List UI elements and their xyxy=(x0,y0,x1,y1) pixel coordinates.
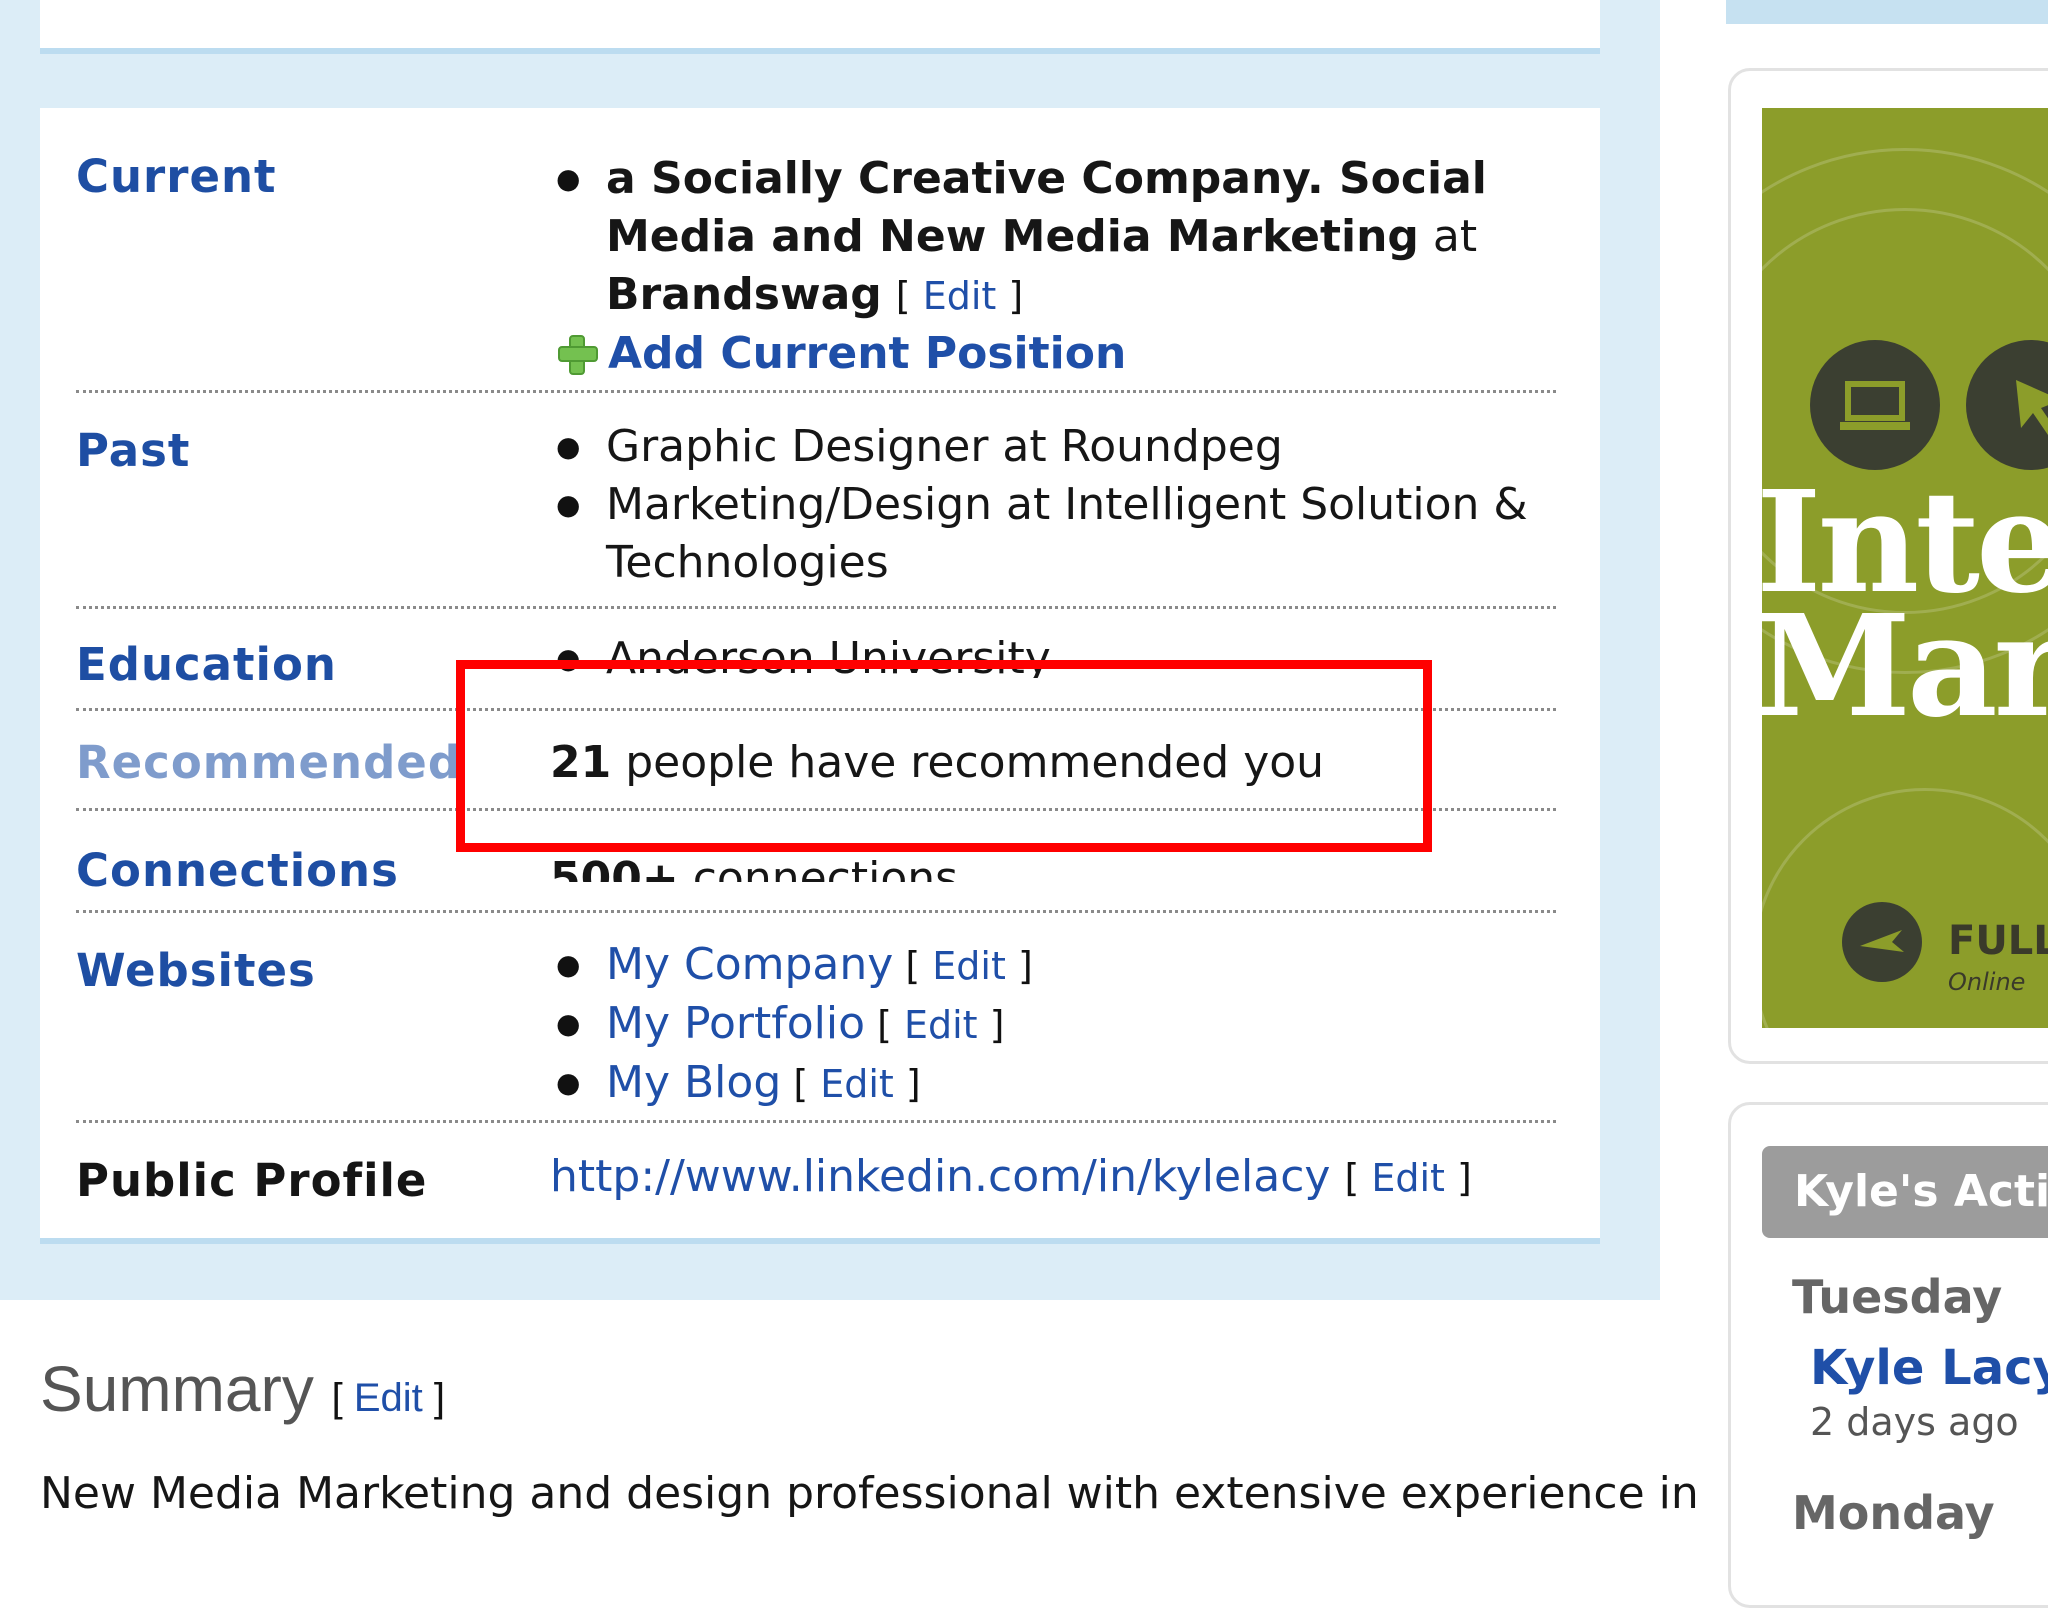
top-card-fragment xyxy=(40,0,1600,54)
websites-list: My Company [ Edit ]My Portfolio [ Edit ]… xyxy=(556,936,1536,1113)
add-plus-icon xyxy=(556,333,598,375)
row-public-profile: Public Profile http://www.linkedin.com/i… xyxy=(76,1144,1556,1216)
website-edit: [ Edit ] xyxy=(865,1003,1005,1047)
website-edit-link[interactable]: Edit xyxy=(932,944,1006,988)
recommended-label: Recommended xyxy=(76,736,462,789)
website-link[interactable]: My Blog xyxy=(606,1057,781,1108)
row-past: Past Graphic Designer at RoundpegMarketi… xyxy=(76,418,1556,609)
row-websites: Websites My Company [ Edit ]My Portfolio… xyxy=(76,928,1556,1123)
cursor-icon xyxy=(1966,340,2048,470)
public-profile-edit-link[interactable]: Edit xyxy=(1371,1156,1445,1200)
past-list: Graphic Designer at RoundpegMarketing/De… xyxy=(556,418,1536,592)
public-profile-label: Public Profile xyxy=(76,1154,428,1207)
website-item: My Blog [ Edit ] xyxy=(556,1054,1536,1113)
website-link[interactable]: My Company xyxy=(606,939,893,990)
summary-edit-link[interactable]: Edit xyxy=(354,1376,423,1420)
education-label: Education xyxy=(76,638,337,691)
advertisement-banner[interactable]: Inter Mark FULL Online xyxy=(1762,108,2048,1028)
connections-text: connections xyxy=(678,853,959,882)
activity-time: 2 days ago xyxy=(1810,1400,2019,1444)
website-item: My Company [ Edit ] xyxy=(556,936,1536,995)
past-value: Graphic Designer at RoundpegMarketing/De… xyxy=(556,418,1536,592)
current-position: a Socially Creative Company. Social Medi… xyxy=(556,150,1536,325)
public-profile-edit: [ Edit ] xyxy=(1344,1156,1472,1200)
current-position-company: Brandswag xyxy=(606,269,882,320)
past-item: Marketing/Design at Intelligent Solution… xyxy=(556,476,1536,592)
highlight-box xyxy=(456,660,1432,852)
connections-label: Connections xyxy=(76,844,399,897)
row-current: Current a Socially Creative Company. Soc… xyxy=(76,150,1556,393)
website-edit: [ Edit ] xyxy=(781,1062,921,1106)
current-value: a Socially Creative Company. Social Medi… xyxy=(556,150,1536,383)
activity-user-link[interactable]: Kyle Lacy xyxy=(1810,1340,2048,1396)
summary-title: Summary xyxy=(40,1353,314,1425)
laptop-icon xyxy=(1810,340,1940,470)
add-current-position-link[interactable]: Add Current Position xyxy=(608,325,1126,383)
current-position-title: a Socially Creative Company. Social Medi… xyxy=(606,153,1487,262)
summary-edit: [ Edit ] xyxy=(331,1376,445,1420)
public-profile-value: http://www.linkedin.com/in/kylelacy [ Ed… xyxy=(550,1148,1536,1207)
activity-title: Kyle's Activity xyxy=(1762,1146,2048,1238)
past-label: Past xyxy=(76,424,191,477)
websites-value: My Company [ Edit ]My Portfolio [ Edit ]… xyxy=(556,936,1536,1113)
websites-label: Websites xyxy=(76,944,316,997)
current-edit: [ Edit ] xyxy=(895,274,1024,318)
public-profile-url[interactable]: http://www.linkedin.com/in/kylelacy xyxy=(550,1151,1330,1202)
add-current-position[interactable]: Add Current Position xyxy=(556,325,1536,383)
summary-text: New Media Marketing and design professio… xyxy=(40,1468,1699,1519)
sidebar-top-strip xyxy=(1726,0,2048,24)
current-position-at: at xyxy=(1418,211,1478,262)
current-label: Current xyxy=(76,150,277,203)
connections-count: 500+ xyxy=(550,853,679,882)
past-item: Graphic Designer at Roundpeg xyxy=(556,418,1536,476)
website-edit-link[interactable]: Edit xyxy=(904,1003,978,1047)
ad-badge-sub: Online xyxy=(1948,968,2026,996)
website-edit: [ Edit ] xyxy=(893,944,1033,988)
ad-badge: FULL xyxy=(1948,918,2048,964)
summary-heading: Summary [ Edit ] xyxy=(40,1352,445,1426)
plane-icon xyxy=(1842,902,1922,982)
ad-headline-line2: Mark xyxy=(1762,585,2048,749)
website-item: My Portfolio [ Edit ] xyxy=(556,995,1536,1054)
activity-day-1: Tuesday xyxy=(1792,1270,2003,1324)
website-link[interactable]: My Portfolio xyxy=(606,998,865,1049)
website-edit-link[interactable]: Edit xyxy=(820,1062,894,1106)
current-edit-link[interactable]: Edit xyxy=(923,274,997,318)
activity-day-2: Monday xyxy=(1792,1486,1995,1540)
